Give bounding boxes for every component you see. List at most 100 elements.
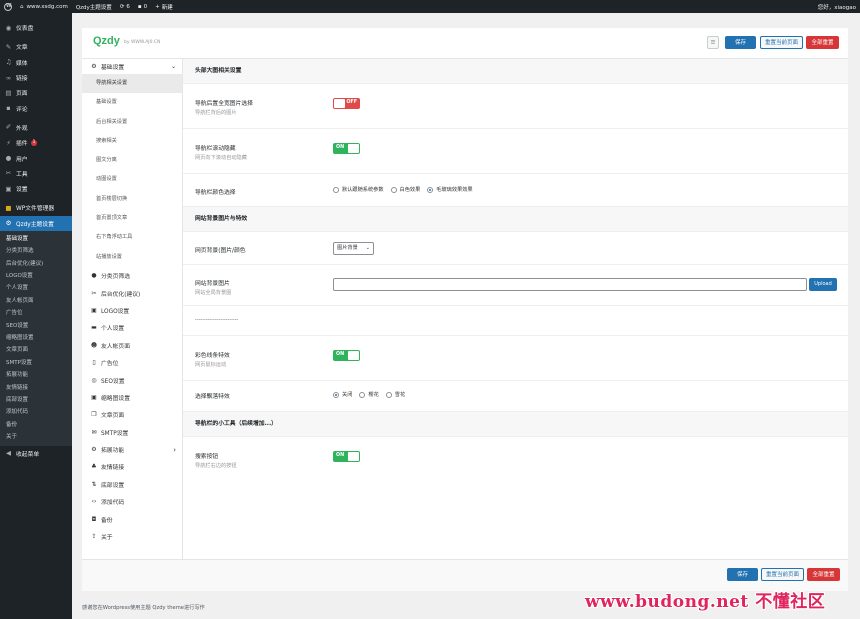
menu-dashboard[interactable]: ◉ 仪表盘	[0, 20, 72, 35]
circle-icon: ●	[91, 272, 97, 280]
bg-image-url-input[interactable]	[333, 278, 807, 291]
expand-all-button[interactable]: ☰	[707, 36, 719, 49]
menu-wp-file-manager[interactable]: ■ WP文件管理器	[0, 200, 72, 215]
menu-media[interactable]: ♫ 媒体	[0, 55, 72, 70]
nav-item-friends[interactable]: ☻ 友人帐页面	[82, 337, 182, 354]
comment-icon: ▪	[137, 3, 142, 10]
reset-page-button[interactable]: 重置当前页面	[760, 36, 803, 49]
menu-pages[interactable]: ▤ 页面	[0, 85, 72, 100]
admin-footer-text: 感谢您在Wordpress使用主题 Qzdy theme进行写作	[82, 605, 205, 611]
menu-posts[interactable]: ✎ 文章	[0, 39, 72, 54]
radio-sakura[interactable]: 樱花	[359, 391, 379, 398]
submenu-item[interactable]: 分类页筛选	[0, 245, 72, 257]
theme-settings-link[interactable]: Qzdy主题设置	[72, 0, 116, 13]
nav-sub-item[interactable]: 导航相关设置	[82, 74, 182, 94]
nav-sub-item[interactable]: 首页置顶文章	[82, 209, 182, 228]
submenu-item[interactable]: SEO设置	[0, 320, 72, 332]
nav-sub-item[interactable]: 图文分离	[82, 151, 182, 170]
reset-page-button[interactable]: 重置当前页面	[761, 568, 804, 581]
nav-item-backend[interactable]: ✂ 后台优化(建议)	[82, 284, 182, 301]
save-button[interactable]: 保存	[725, 36, 756, 49]
site-url: www.xsdg.com	[26, 3, 68, 10]
menu-users[interactable]: ● 用户	[0, 150, 72, 165]
nav-item-article[interactable]: ❐ 文章页面	[82, 406, 182, 423]
menu-links[interactable]: ∞ 链接	[0, 70, 72, 85]
radio-off[interactable]: 关闭	[333, 391, 352, 398]
submenu-item[interactable]: SMTP设置	[0, 357, 72, 369]
nav-sub-item[interactable]: 右下角浮动工具	[82, 228, 182, 247]
nav-sub-item[interactable]: 搜索相关	[82, 132, 182, 151]
header-image-toggle[interactable]: OFF	[333, 98, 360, 109]
setting-label: 导航后置全宽图片选择	[195, 101, 253, 107]
menu-appearance[interactable]: ✐ 外观	[0, 120, 72, 135]
submenu-item[interactable]: 缩略图设置	[0, 332, 72, 344]
nav-item-thumbnail[interactable]: ▣ 缩略图设置	[82, 389, 182, 406]
sitemap-icon: ♣	[91, 463, 97, 471]
search-button-toggle[interactable]: ON	[333, 451, 360, 462]
user-icon: ●	[5, 154, 12, 163]
nav-item-personal[interactable]: ▬ 个人设置	[82, 319, 182, 336]
nav-item-ads[interactable]: ▯ 广告位	[82, 354, 182, 371]
submenu-item[interactable]: 文章页面	[0, 344, 72, 356]
scroll-hide-toggle[interactable]: ON	[333, 143, 360, 154]
menu-settings[interactable]: ▣ 设置	[0, 181, 72, 196]
submenu-item[interactable]: 个人设置	[0, 282, 72, 294]
nav-item-logo[interactable]: ▣ LOGO设置	[82, 302, 182, 319]
new-content-link[interactable]: + 新建	[151, 0, 177, 13]
nav-sub-item[interactable]: 后台相关设置	[82, 113, 182, 132]
nav-group-basic[interactable]: ⚙ 基础设置 ⌄	[82, 59, 182, 74]
nav-item-add-code[interactable]: ‹› 添加代码	[82, 493, 182, 510]
panel-header: Qzdy by WWW.AJ0.CN ☰ 保存 重置当前页面 全部重置	[82, 28, 848, 59]
user-greeting[interactable]: 您好，xiaogao	[814, 0, 860, 13]
nav-item-seo[interactable]: ◎ SEO设置	[82, 371, 182, 388]
submenu-item[interactable]: 拓展功能	[0, 369, 72, 381]
setting-label: 网站背景图片	[195, 281, 230, 287]
submenu-item[interactable]: 底部设置	[0, 394, 72, 406]
nav-item-category-filter[interactable]: ● 分类页筛选	[82, 267, 182, 284]
backup-icon: ◘	[91, 515, 97, 523]
submenu-item[interactable]: 友人帐页面	[0, 295, 72, 307]
wordpress-logo-menu[interactable]	[0, 0, 16, 13]
submenu-item[interactable]: LOGO设置	[0, 270, 72, 282]
nav-sub-item[interactable]: 首页楼层切换	[82, 190, 182, 209]
comments-link[interactable]: ▪ 0	[134, 0, 151, 13]
nav-item-about[interactable]: ⇪ 关于	[82, 528, 182, 545]
radio-frosted-glass[interactable]: 毛玻璃效果效果	[427, 186, 473, 193]
menu-comments[interactable]: ▪ 评论	[0, 100, 72, 115]
collapse-menu-button[interactable]: ◀ 收起菜单	[0, 446, 72, 461]
save-button[interactable]: 保存	[727, 568, 758, 581]
nav-sub-item[interactable]: 动图设置	[82, 170, 182, 189]
radio-default[interactable]: 默认跟随系统参数	[333, 186, 384, 193]
bg-type-select[interactable]: 图片背景 ⌄	[333, 242, 374, 255]
setting-row-nav-color: 导航栏颜色选择 默认跟随系统参数 白色效果 毛玻璃效果效果	[183, 174, 848, 207]
menu-tools[interactable]: ✂ 工具	[0, 166, 72, 181]
submenu-item[interactable]: 备份	[0, 419, 72, 431]
submenu-item[interactable]: 广告位	[0, 307, 72, 319]
submenu-item[interactable]: 基础设置	[0, 233, 72, 245]
menu-qzdy-settings[interactable]: ⚙ Qzdy主题设置	[0, 215, 72, 231]
nav-item-footer[interactable]: ⇅ 底部设置	[82, 476, 182, 493]
reset-all-button[interactable]: 全部重置	[807, 568, 840, 581]
submenu-item[interactable]: 关于	[0, 431, 72, 443]
submenu-item[interactable]: 添加代码	[0, 406, 72, 418]
upload-button[interactable]: Upload	[809, 278, 837, 291]
setting-description: 网页向下滚动自动隐藏	[195, 155, 247, 161]
submenu-item[interactable]: 友情链接	[0, 382, 72, 394]
color-lines-toggle[interactable]: ON	[333, 350, 360, 361]
reset-all-button[interactable]: 全部重置	[806, 36, 839, 49]
nav-sub-item[interactable]: 基础设置	[82, 93, 182, 112]
updates-link[interactable]: ⟳ 6	[116, 0, 134, 13]
submenu-item[interactable]: 后台优化(建议)	[0, 258, 72, 270]
setting-description: 导航栏右边的按钮	[195, 463, 237, 469]
setting-description: 网站全局背景图	[195, 290, 232, 296]
nav-sub-item[interactable]: 站播放设置	[82, 248, 182, 267]
plugin-icon: ⚡	[6, 138, 11, 147]
nav-item-extensions[interactable]: ⚙ 拓展功能 ›	[82, 441, 182, 458]
radio-snow[interactable]: 雪花	[385, 391, 405, 398]
nav-item-smtp[interactable]: ✉ SMTP设置	[82, 423, 182, 440]
nav-item-backup[interactable]: ◘ 备份	[82, 510, 182, 527]
menu-plugins[interactable]: ⚡ 插件 1	[0, 135, 72, 150]
radio-white[interactable]: 白色效果	[390, 186, 420, 193]
site-name-link[interactable]: ⌂ www.xsdg.com	[16, 0, 72, 13]
nav-item-friend-links[interactable]: ♣ 友情链接	[82, 458, 182, 475]
